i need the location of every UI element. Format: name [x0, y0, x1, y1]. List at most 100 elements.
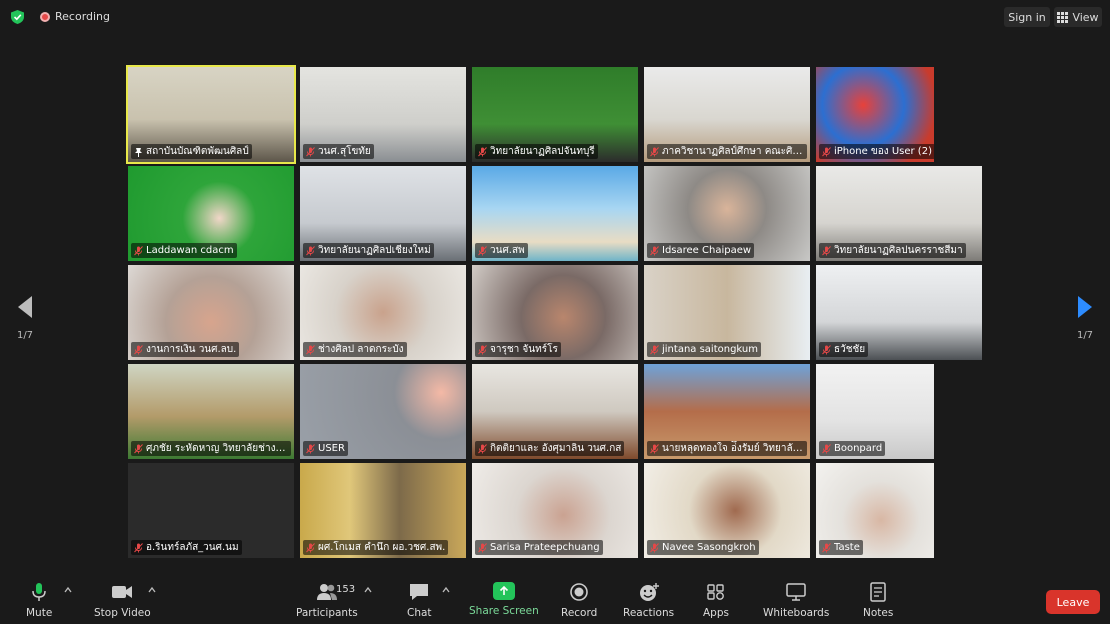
participant-tile[interactable]: ศุภชัย ระหัดหาญ วิทยาลัยช่างศิลปนครศรีธร… [128, 364, 294, 459]
next-page-button[interactable]: 1/7 [1070, 296, 1100, 341]
participant-name: ช่างศิลป ลาดกระบัง [318, 344, 404, 355]
microphone-muted-icon [306, 443, 315, 453]
microphone-muted-icon [478, 245, 487, 255]
participant-name-bar: Idsaree Chaipaew [647, 243, 755, 258]
participant-tile[interactable]: วนศ.สพ [472, 166, 638, 261]
participant-name: ภาควิชานาฏศิลป์ศึกษา คณะศิลปศึกษา [662, 146, 804, 157]
participant-tile[interactable]: Laddawan cdacm [128, 166, 294, 261]
participant-tile[interactable]: Idsaree Chaipaew [644, 166, 810, 261]
microphone-muted-icon [822, 344, 831, 354]
participant-tile[interactable]: วนศ.สุโขทัย [300, 67, 466, 162]
security-shield-icon[interactable] [11, 10, 24, 24]
participant-name: วิทยาลัยนาฏศิลปนครราชสีมา [834, 245, 963, 256]
microphone-muted-icon [134, 245, 143, 255]
mute-button[interactable]: Mute [26, 582, 52, 619]
microphone-muted-icon [650, 344, 659, 354]
notes-icon [870, 582, 886, 602]
participants-count: 153 [336, 584, 356, 595]
previous-page-button[interactable]: 1/7 [10, 296, 40, 341]
arrow-left-icon [18, 296, 32, 318]
participant-name: jintana saitongkum [662, 344, 758, 355]
participant-name-bar: กิตติยาและ อังศุมาลิน วนศ.กส [475, 441, 625, 456]
participant-tile[interactable]: วิทยาลัยนาฏศิลปจันทบุรี [472, 67, 638, 162]
participant-tile[interactable]: สถาบันบัณฑิตพัฒนศิลป์ [126, 65, 296, 164]
participant-name: iPhone ของ User (2) [834, 146, 932, 157]
view-button[interactable]: View [1054, 7, 1102, 27]
participant-tile[interactable]: วิทยาลัยนาฏศิลปนครราชสีมา [816, 166, 982, 261]
recording-indicator[interactable]: Recording [40, 10, 110, 23]
whiteboards-button[interactable]: Whiteboards [763, 582, 829, 619]
mute-options-chevron-up-icon[interactable] [64, 586, 72, 594]
apps-icon [707, 584, 724, 600]
microphone-muted-icon [134, 542, 143, 552]
participant-tile[interactable]: ภาควิชานาฏศิลป์ศึกษา คณะศิลปศึกษา [644, 67, 810, 162]
chat-options-chevron-up-icon[interactable] [442, 586, 450, 594]
microphone-muted-icon [650, 245, 659, 255]
participant-tile[interactable]: อ.รินทร์ลภัส_วนศ.นม [128, 463, 294, 558]
participant-tile[interactable]: Taste [816, 463, 934, 558]
participant-name-bar: จารุชา จันทร์โร [475, 342, 561, 357]
participant-tile[interactable]: Boonpard [816, 364, 934, 459]
participant-name: จารุชา จันทร์โร [490, 344, 558, 355]
participant-name-bar: ภาควิชานาฏศิลป์ศึกษา คณะศิลปศึกษา [647, 144, 807, 159]
participant-name-bar: Boonpard [819, 441, 886, 456]
participant-name: วนศ.สุโขทัย [318, 146, 371, 157]
microphone-muted-icon [822, 542, 831, 552]
participant-tile[interactable]: งานการเงิน วนศ.ลบ. [128, 265, 294, 360]
reactions-smiley-icon [639, 583, 659, 601]
sign-in-button[interactable]: Sign in [1004, 7, 1050, 27]
participant-tile[interactable]: นายหลุดทองใจ อ่ึงรัมย์ วิทยาลัยนาฏศิลป [644, 364, 810, 459]
participant-tile[interactable]: Sarisa Prateepchuang [472, 463, 638, 558]
participant-name-bar: ศุภชัย ระหัดหาญ วิทยาลัยช่างศิลปนครศรีธร… [131, 441, 291, 456]
participant-name-bar: Navee Sasongkroh [647, 540, 759, 555]
participant-name-bar: Taste [819, 540, 863, 555]
participant-name: ผศ.โกเมส คำนึก ผอ.วชศ.สพ. [318, 542, 446, 553]
participant-name: Sarisa Prateepchuang [490, 542, 600, 553]
participant-tile[interactable]: จารุชา จันทร์โร [472, 265, 638, 360]
participant-name-bar: ช่างศิลป ลาดกระบัง [303, 342, 407, 357]
participant-tile[interactable]: ธวัชชัย [816, 265, 982, 360]
participant-name-bar: iPhone ของ User (2) [819, 144, 934, 159]
participant-tile[interactable]: วิทยาลัยนาฏศิลปเชียงใหม่ [300, 166, 466, 261]
leave-button[interactable]: Leave [1046, 590, 1100, 614]
participant-tile[interactable]: ช่างศิลป ลาดกระบัง [300, 265, 466, 360]
participant-tile[interactable]: jintana saitongkum [644, 265, 810, 360]
participant-tile[interactable]: USER [300, 364, 466, 459]
participant-name-bar: งานการเงิน วนศ.ลบ. [131, 342, 240, 357]
zoom-meeting-window: Recording Sign in View 1/7 1/7 สถาบันบัณ… [0, 0, 1110, 624]
participant-tile[interactable]: Navee Sasongkroh [644, 463, 810, 558]
notes-label: Notes [863, 607, 894, 619]
microphone-muted-icon [478, 443, 487, 453]
mute-label: Mute [26, 607, 53, 619]
participant-name-bar: jintana saitongkum [647, 342, 761, 357]
chat-button[interactable]: Chat [407, 582, 432, 619]
participant-name: Navee Sasongkroh [662, 542, 756, 553]
notes-button[interactable]: Notes [863, 582, 893, 619]
page-indicator-right: 1/7 [1076, 330, 1094, 341]
apps-label: Apps [703, 607, 729, 619]
reactions-button[interactable]: Reactions [623, 582, 674, 619]
participant-name: งานการเงิน วนศ.ลบ. [146, 344, 237, 355]
participant-tile[interactable]: กิตติยาและ อังศุมาลิน วนศ.กส [472, 364, 638, 459]
pin-icon [135, 147, 142, 157]
participant-tile[interactable]: ผศ.โกเมส คำนึก ผอ.วชศ.สพ. [300, 463, 466, 558]
microphone-muted-icon [650, 146, 659, 156]
participant-name-bar: Sarisa Prateepchuang [475, 540, 603, 555]
participant-name-bar: Laddawan cdacm [131, 243, 237, 258]
video-options-chevron-up-icon[interactable] [148, 586, 156, 594]
participants-options-chevron-up-icon[interactable] [364, 586, 372, 594]
meeting-toolbar: Mute Stop Video Participants 153 Chat Sh… [0, 574, 1110, 624]
apps-button[interactable]: Apps [703, 582, 729, 619]
microphone-muted-icon [822, 443, 831, 453]
share-screen-button[interactable]: Share Screen [469, 582, 539, 617]
participant-name: Boonpard [834, 443, 883, 454]
record-button[interactable]: Record [561, 582, 597, 619]
participant-tile[interactable]: iPhone ของ User (2) [816, 67, 934, 162]
microphone-muted-icon [478, 146, 487, 156]
stop-video-button[interactable]: Stop Video [94, 582, 151, 619]
microphone-icon [32, 583, 46, 601]
participant-name-bar: USER [303, 441, 348, 456]
reactions-label: Reactions [623, 607, 675, 619]
participant-name-bar: อ.รินทร์ลภัส_วนศ.นม [131, 540, 242, 555]
participant-name-bar: วนศ.สุโขทัย [303, 144, 374, 159]
